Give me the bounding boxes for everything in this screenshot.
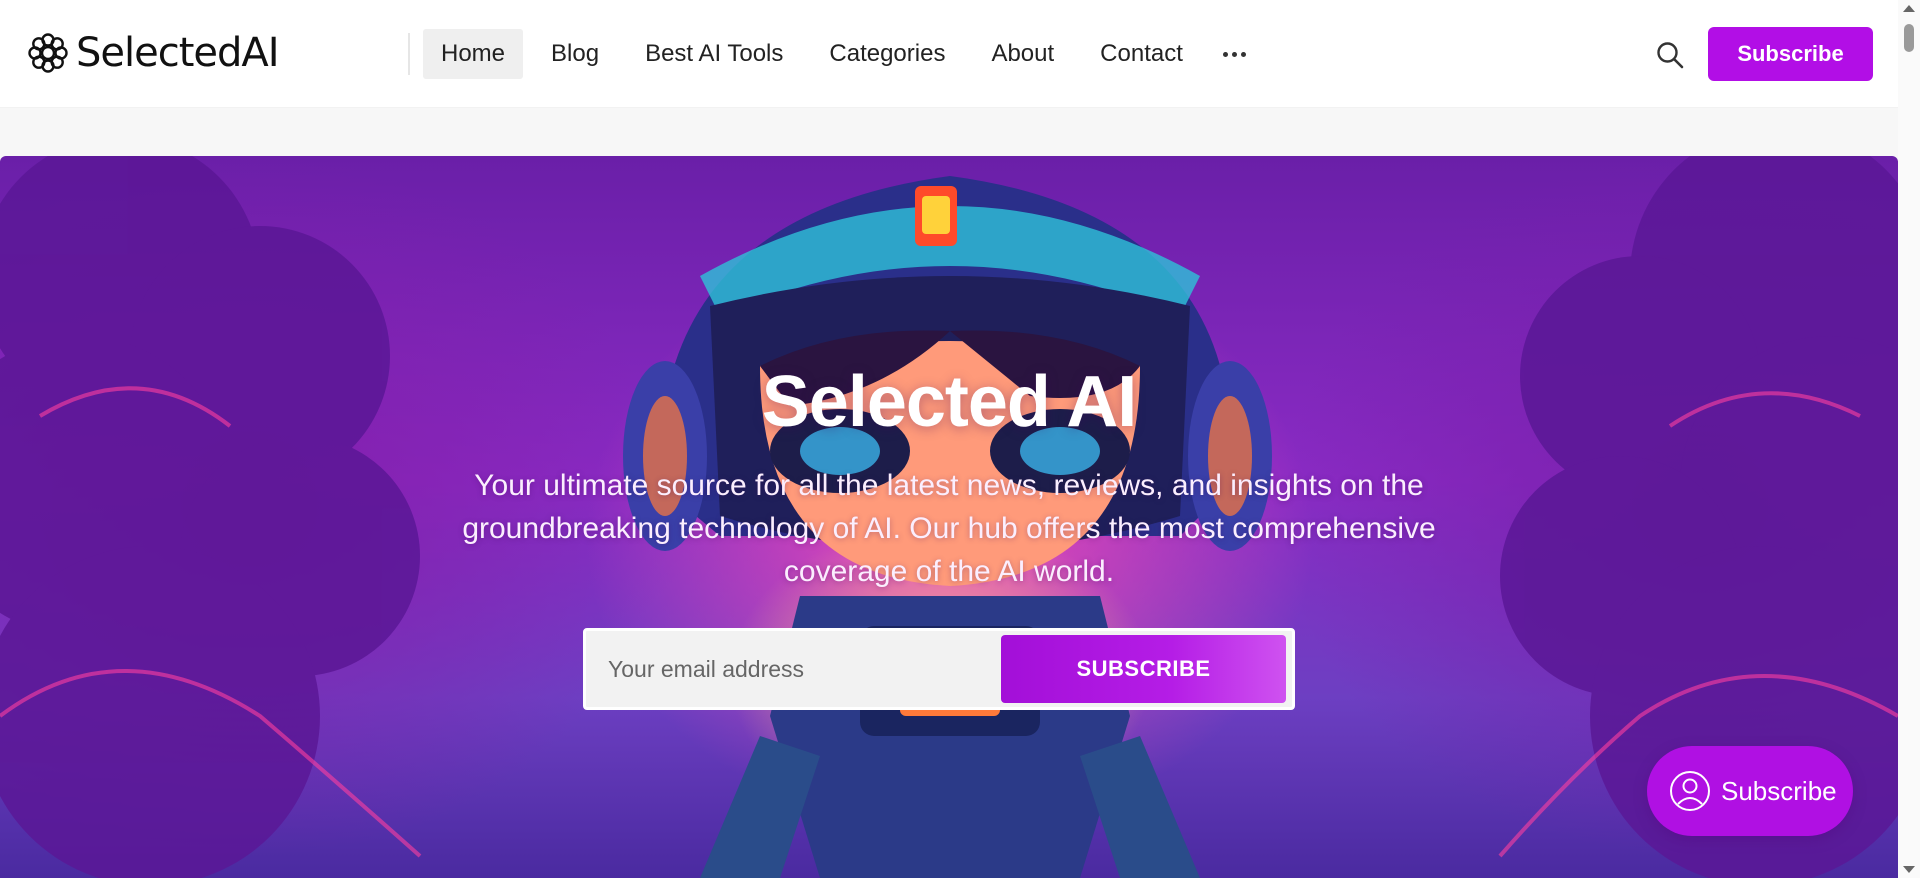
hero-title: Selected AI [761, 362, 1138, 442]
nav-item-home[interactable]: Home [423, 29, 524, 79]
search-icon[interactable] [1655, 40, 1685, 70]
scroll-up-arrow-icon[interactable] [1903, 5, 1915, 12]
page-scrollbar[interactable] [1898, 0, 1920, 878]
user-icon [1670, 771, 1710, 811]
floating-subscribe-button[interactable]: Subscribe [1647, 746, 1853, 836]
nav-item-best-ai-tools[interactable]: Best AI Tools [627, 29, 801, 79]
nav-item-about[interactable]: About [973, 29, 1072, 79]
logo-icon [28, 33, 68, 73]
nav-divider [408, 33, 410, 75]
hero-section: Selected AI Your ultimate source for all… [0, 156, 1898, 878]
hero-description: Your ultimate source for all the latest … [462, 469, 1436, 588]
more-horizontal-icon[interactable] [1211, 29, 1258, 79]
site-header: SelectedAI Home Blog Best AI Tools Categ… [0, 0, 1898, 107]
floating-subscribe-label: Subscribe [1721, 775, 1837, 806]
hero-subscribe-button[interactable]: SUBSCRIBE [1001, 635, 1286, 703]
brand-name: SelectedAI [76, 30, 280, 76]
scroll-down-arrow-icon[interactable] [1903, 866, 1915, 873]
scroll-thumb[interactable] [1904, 24, 1914, 52]
newsletter-form: SUBSCRIBE [583, 628, 1295, 710]
email-input[interactable] [586, 631, 1001, 707]
main-nav: Home Blog Best AI Tools Categories About… [423, 29, 1258, 79]
nav-item-categories[interactable]: Categories [811, 29, 963, 79]
header-subscribe-button[interactable]: Subscribe [1708, 27, 1873, 81]
nav-item-blog[interactable]: Blog [533, 29, 617, 79]
nav-item-contact[interactable]: Contact [1082, 29, 1201, 79]
site-logo[interactable]: SelectedAI [26, 30, 280, 76]
